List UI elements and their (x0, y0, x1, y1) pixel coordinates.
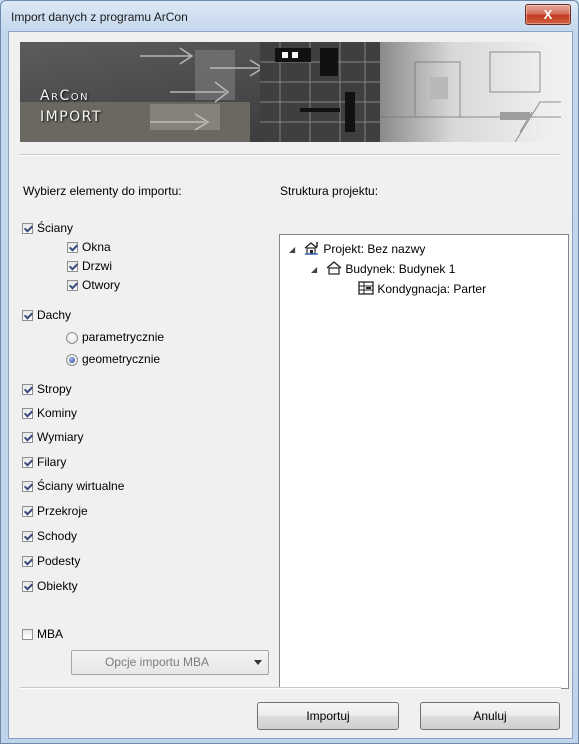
checkbox-drzwi[interactable] (67, 261, 78, 272)
checkbox-okna[interactable] (67, 242, 78, 253)
label-parametrycznie[interactable]: parametrycznie (82, 330, 164, 344)
label-kominy[interactable]: Kominy (37, 406, 77, 420)
checkbox-schody[interactable] (22, 531, 33, 542)
tree-item-building[interactable]: Budynek: Budynek 1 (326, 261, 455, 276)
checkbox-przekroje[interactable] (22, 506, 33, 517)
label-okna[interactable]: Okna (82, 240, 111, 254)
checkbox-sciany[interactable] (22, 223, 33, 234)
expand-triangle-icon[interactable]: ◢ (311, 265, 317, 274)
elements-heading: Wybierz elementy do importu: (23, 184, 182, 198)
label-wymiary[interactable]: Wymiary (37, 430, 84, 444)
banner-title: ArCon IMPORT (40, 86, 102, 128)
mba-options-dropdown[interactable]: Opcje importu MBA (71, 650, 269, 675)
banner-title-line2: IMPORT (40, 109, 102, 125)
label-drzwi[interactable]: Drzwi (82, 259, 112, 273)
tree-item-project[interactable]: Projekt: Bez nazwy (304, 241, 425, 256)
label-przekroje[interactable]: Przekroje (37, 504, 88, 518)
title-bar[interactable]: Import danych z programu ArCon X (1, 1, 578, 31)
label-mba[interactable]: MBA (37, 627, 63, 641)
close-button[interactable]: X (525, 4, 571, 25)
import-button[interactable]: Importuj (257, 702, 399, 730)
buttons-separator (20, 687, 561, 689)
tree-label-building: Budynek: Budynek 1 (345, 262, 456, 276)
project-icon (304, 242, 318, 255)
checkbox-kominy[interactable] (22, 408, 33, 419)
checkbox-mba[interactable] (22, 629, 33, 640)
building-icon (326, 261, 342, 275)
radio-parametrycznie[interactable] (66, 332, 78, 344)
checkbox-filary[interactable] (22, 457, 33, 468)
arcon-import-banner: ArCon IMPORT (20, 42, 561, 142)
label-schody[interactable]: Schody (37, 529, 77, 543)
project-structure-tree[interactable]: ◢ Projekt: Bez nazwy ◢ Budynek: Budynek … (279, 234, 569, 689)
window-title: Import danych z programu ArCon (11, 10, 188, 24)
label-podesty[interactable]: Podesty (37, 554, 80, 568)
checkbox-podesty[interactable] (22, 556, 33, 567)
checkbox-wymiary[interactable] (22, 432, 33, 443)
tree-label-storey: Kondygnacja: Parter (377, 282, 487, 296)
banner-separator (20, 154, 561, 156)
label-otwory[interactable]: Otwory (82, 278, 120, 292)
checkbox-stropy[interactable] (22, 384, 33, 395)
checkbox-otwory[interactable] (67, 280, 78, 291)
label-dachy[interactable]: Dachy (37, 308, 71, 322)
structure-heading: Struktura projektu: (280, 184, 379, 198)
tree-label-project: Projekt: Bez nazwy (323, 242, 426, 256)
dialog-client-area: ArCon IMPORT Wybierz elementy do importu… (8, 31, 573, 739)
tree-item-storey[interactable]: Kondygnacja: Parter (358, 281, 486, 296)
dialog-window: Import danych z programu ArCon X ArCon I… (0, 0, 579, 744)
label-obiekty[interactable]: Obiekty (37, 579, 78, 593)
dropdown-arrow-icon (254, 660, 262, 665)
label-filary[interactable]: Filary (37, 455, 66, 469)
close-icon: X (543, 7, 553, 22)
cancel-button[interactable]: Anuluj (420, 702, 560, 730)
label-stropy[interactable]: Stropy (37, 382, 72, 396)
label-sciany-wirtualne[interactable]: Ściany wirtualne (37, 479, 124, 493)
storey-icon (358, 281, 374, 295)
label-geometrycznie[interactable]: geometrycznie (82, 352, 160, 366)
checkbox-dachy[interactable] (22, 310, 33, 321)
label-sciany[interactable]: Ściany (37, 221, 73, 235)
mba-options-value: Opcje importu MBA (104, 655, 210, 669)
expand-triangle-icon[interactable]: ◢ (289, 245, 295, 254)
banner-title-line1: ArCon (40, 88, 90, 104)
checkbox-sciany-wirtualne[interactable] (22, 481, 33, 492)
radio-geometrycznie[interactable] (66, 354, 78, 366)
checkbox-obiekty[interactable] (22, 581, 33, 592)
